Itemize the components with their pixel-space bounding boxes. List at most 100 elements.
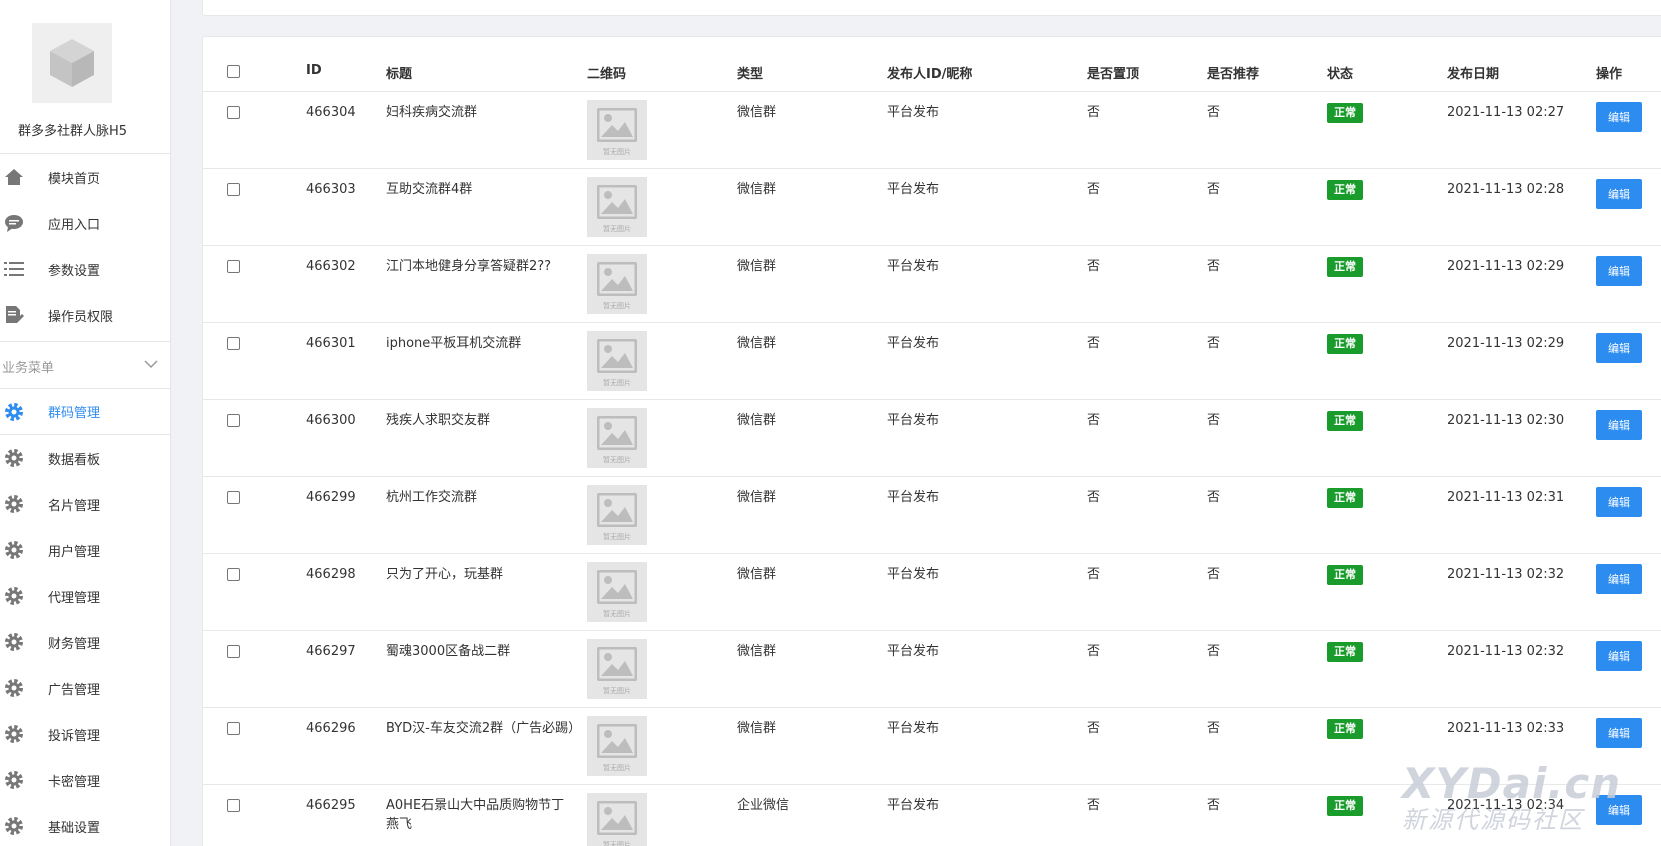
row-checkbox[interactable] (227, 106, 240, 119)
sidebar-item-cards[interactable]: 名片管理 (0, 481, 170, 527)
table-header: ID 标题 二维码 类型 发布人ID/昵称 是否置顶 是否推荐 状态 发布日期 … (203, 37, 1661, 92)
sidebar-item-label: 代理管理 (48, 590, 101, 606)
qrcode-placeholder[interactable]: 暂无图片 (587, 639, 647, 699)
edit-button[interactable]: 编辑 (1596, 487, 1642, 517)
row-checkbox[interactable] (227, 799, 240, 812)
row-date: 2021-11-13 02:27 (1447, 105, 1565, 120)
no-image-caption: 暂无图片 (603, 456, 631, 464)
row-type: 微信群 (737, 413, 777, 428)
row-date: 2021-11-13 02:29 (1447, 259, 1565, 274)
row-id: 466295 (306, 798, 356, 813)
sidebar-item-app-entry[interactable]: 应用入口 (0, 200, 170, 246)
row-checkbox[interactable] (227, 645, 240, 658)
row-title: BYD汉-车友交流2群（广告必踢） (386, 721, 582, 736)
sidebar-item-agents[interactable]: 代理管理 (0, 573, 170, 619)
row-publisher: 平台发布 (887, 105, 940, 120)
sidebar-item-operator-perms[interactable]: 操作员权限 (0, 292, 170, 338)
col-header-status: 状态 (1327, 67, 1354, 82)
gear-icon (4, 402, 24, 422)
sidebar-item-label: 卡密管理 (48, 774, 101, 790)
row-date: 2021-11-13 02:31 (1447, 490, 1565, 505)
row-checkbox[interactable] (227, 337, 240, 350)
no-image-caption: 暂无图片 (603, 687, 631, 695)
row-publisher: 平台发布 (887, 413, 940, 428)
app-logo (32, 23, 112, 103)
qrcode-placeholder[interactable]: 暂无图片 (587, 716, 647, 776)
sidebar-item-label: 基础设置 (48, 820, 101, 836)
row-type: 微信群 (737, 105, 777, 120)
edit-button[interactable]: 编辑 (1596, 179, 1642, 209)
sidebar-item-users[interactable]: 用户管理 (0, 527, 170, 573)
row-date: 2021-11-13 02:29 (1447, 336, 1565, 351)
gear-icon (4, 770, 24, 790)
row-title: iphone平板耳机交流群 (386, 336, 522, 351)
row-id: 466300 (306, 413, 356, 428)
no-image-caption: 暂无图片 (603, 841, 631, 846)
sidebar-item-finance[interactable]: 财务管理 (0, 619, 170, 665)
edit-button[interactable]: 编辑 (1596, 795, 1642, 825)
status-badge: 正常 (1327, 642, 1363, 662)
sidebar-item-label: 参数设置 (48, 263, 101, 279)
row-checkbox[interactable] (227, 183, 240, 196)
table-row: 466296 BYD汉-车友交流2群（广告必踢） 暂无图片 微信群 平台发布 否… (203, 708, 1661, 785)
sidebar-group-business[interactable]: 业务菜单 (0, 341, 170, 389)
sidebar-item-complaints[interactable]: 投诉管理 (0, 711, 170, 757)
sidebar-item-qrcode-mgmt[interactable]: 群码管理 (0, 389, 170, 435)
row-recommended: 否 (1207, 490, 1221, 505)
edit-button[interactable]: 编辑 (1596, 410, 1642, 440)
qrcode-placeholder[interactable]: 暂无图片 (587, 408, 647, 468)
row-date: 2021-11-13 02:32 (1447, 567, 1565, 582)
sidebar-item-card-keys[interactable]: 卡密管理 (0, 757, 170, 803)
row-pinned: 否 (1087, 259, 1101, 274)
qrcode-placeholder[interactable]: 暂无图片 (587, 331, 647, 391)
edit-button[interactable]: 编辑 (1596, 102, 1642, 132)
row-pinned: 否 (1087, 490, 1101, 505)
row-id: 466299 (306, 490, 356, 505)
image-placeholder-icon (597, 416, 637, 450)
sidebar-item-basic-settings[interactable]: 基础设置 (0, 803, 170, 846)
row-checkbox[interactable] (227, 491, 240, 504)
qrcode-placeholder[interactable]: 暂无图片 (587, 100, 647, 160)
gear-icon (4, 724, 24, 744)
row-checkbox[interactable] (227, 260, 240, 273)
status-badge: 正常 (1327, 257, 1363, 277)
row-date: 2021-11-13 02:28 (1447, 182, 1565, 197)
col-header-qrcode: 二维码 (587, 67, 627, 82)
row-checkbox[interactable] (227, 722, 240, 735)
sidebar-item-home[interactable]: 模块首页 (0, 154, 170, 200)
sidebar-item-dashboard[interactable]: 数据看板 (0, 435, 170, 481)
row-type: 微信群 (737, 721, 777, 736)
sidebar-item-params[interactable]: 参数设置 (0, 246, 170, 292)
row-checkbox[interactable] (227, 414, 240, 427)
sidebar-item-label: 操作员权限 (48, 309, 114, 325)
edit-button[interactable]: 编辑 (1596, 256, 1642, 286)
gear-icon (4, 540, 24, 560)
edit-button[interactable]: 编辑 (1596, 564, 1642, 594)
image-placeholder-icon (597, 339, 637, 373)
table-row: 466298 只为了开心，玩基群 暂无图片 微信群 平台发布 否 否 正常 20… (203, 554, 1661, 631)
qrcode-placeholder[interactable]: 暂无图片 (587, 485, 647, 545)
image-placeholder-icon (597, 493, 637, 527)
sidebar-item-ads[interactable]: 广告管理 (0, 665, 170, 711)
edit-button[interactable]: 编辑 (1596, 718, 1642, 748)
qrcode-placeholder[interactable]: 暂无图片 (587, 177, 647, 237)
qrcode-placeholder[interactable]: 暂无图片 (587, 793, 647, 846)
row-checkbox[interactable] (227, 568, 240, 581)
edit-button[interactable]: 编辑 (1596, 333, 1642, 363)
chevron-down-icon (144, 358, 158, 373)
row-date: 2021-11-13 02:30 (1447, 413, 1565, 428)
row-pinned: 否 (1087, 182, 1101, 197)
row-title: 江门本地健身分享答疑群2?? (386, 259, 552, 274)
qrcode-placeholder[interactable]: 暂无图片 (587, 254, 647, 314)
row-recommended: 否 (1207, 182, 1221, 197)
table-row: 466299 杭州工作交流群 暂无图片 微信群 平台发布 否 否 正常 2021… (203, 477, 1661, 554)
status-badge: 正常 (1327, 796, 1363, 816)
col-header-type: 类型 (737, 67, 764, 82)
edit-button[interactable]: 编辑 (1596, 641, 1642, 671)
no-image-caption: 暂无图片 (603, 379, 631, 387)
image-placeholder-icon (597, 724, 637, 758)
select-all-checkbox[interactable] (227, 65, 240, 78)
qrcode-placeholder[interactable]: 暂无图片 (587, 562, 647, 622)
row-pinned: 否 (1087, 105, 1101, 120)
no-image-caption: 暂无图片 (603, 148, 631, 156)
